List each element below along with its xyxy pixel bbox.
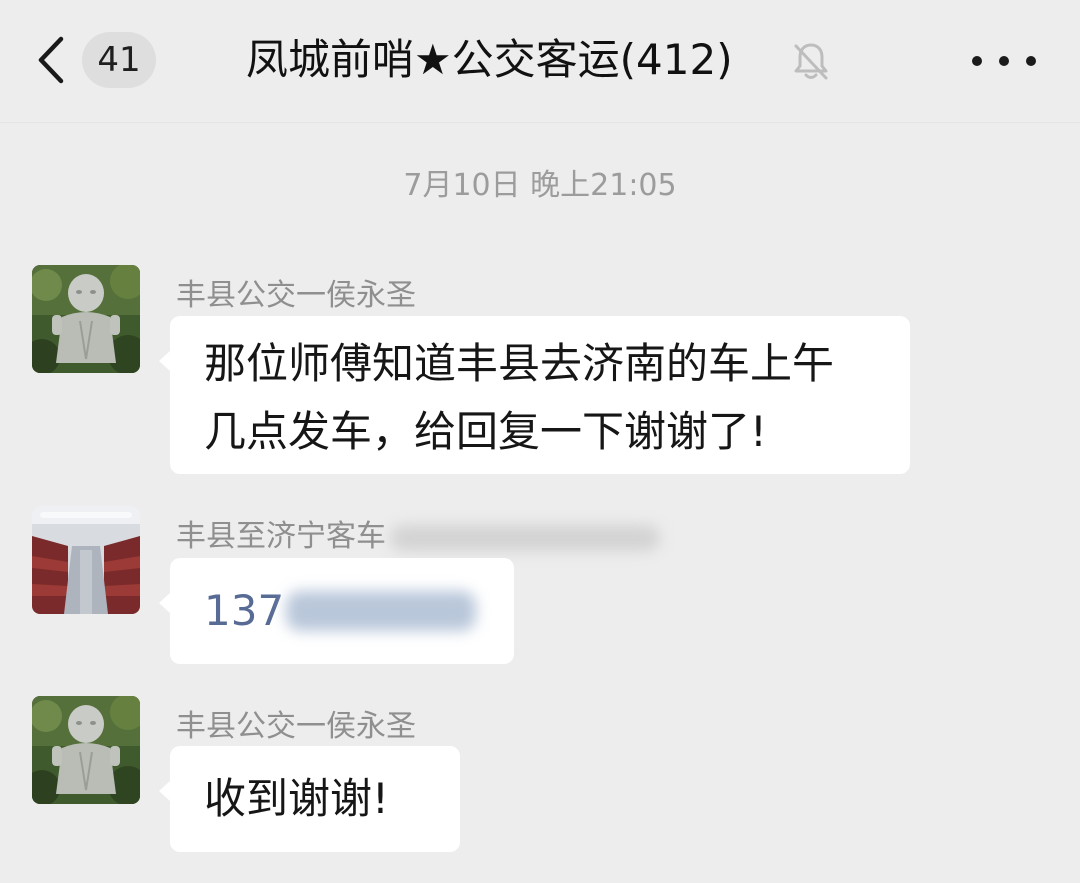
blurred-sender-suffix — [390, 524, 660, 551]
bell-off-icon — [790, 40, 832, 82]
message-bubble[interactable]: 那位师傅知道丰县去济南的车上午 几点发车，给回复一下谢谢了! — [159, 316, 910, 474]
message-timestamp: 7月10日 晚上21:05 — [403, 168, 677, 203]
back-button[interactable]: 41 — [30, 28, 170, 92]
blurred-phone-digits — [286, 591, 477, 631]
chevron-left-icon — [30, 32, 70, 88]
message-text-line: 那位师傅知道丰县去济南的车上午 — [204, 339, 835, 388]
message-bubble[interactable]: 137 — [159, 558, 514, 664]
phone-number-link[interactable]: 137 — [204, 577, 284, 645]
sender-name: 丰县公交一侯永圣 — [176, 709, 416, 744]
chat-title: 凤城前哨★公交客运(412) — [246, 35, 733, 84]
message-text: 收到谢谢! — [204, 774, 389, 823]
message-text-line: 几点发车，给回复一下谢谢了! — [204, 407, 767, 456]
more-options-button[interactable] — [972, 36, 1036, 86]
sender-name-text: 丰县至济宁客车 — [176, 519, 386, 554]
message-bubble[interactable]: 收到谢谢! — [159, 746, 460, 852]
chat-header: 41 凤城前哨★公交客运(412) — [0, 0, 1080, 123]
more-dots-icon — [972, 56, 982, 66]
avatar[interactable] — [32, 696, 140, 804]
avatar[interactable] — [32, 506, 140, 614]
unread-count-badge: 41 — [82, 32, 156, 88]
sender-name: 丰县公交一侯永圣 — [176, 278, 416, 313]
avatar[interactable] — [32, 265, 140, 373]
sender-name: 丰县至济宁客车 — [176, 511, 660, 555]
